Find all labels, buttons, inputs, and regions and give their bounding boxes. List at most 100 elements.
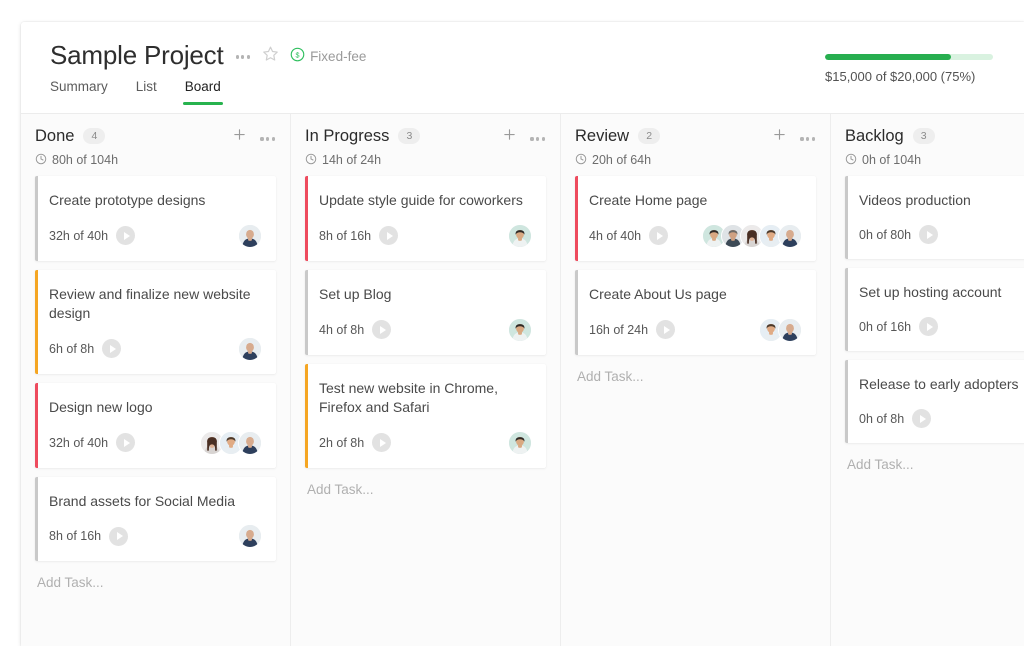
assignee-avatars [508, 431, 532, 455]
avatar[interactable] [778, 318, 802, 342]
play-timer-icon[interactable] [109, 527, 128, 546]
page-title: Sample Project [50, 42, 224, 68]
task-hours: 16h of 24h [589, 320, 675, 339]
avatar[interactable] [508, 431, 532, 455]
column-menu-icon[interactable] [529, 133, 546, 140]
column-hours-label: 20h of 64h [592, 153, 651, 167]
task-hours-label: 6h of 8h [49, 342, 94, 356]
star-icon[interactable] [262, 45, 279, 67]
column-header: In Progress 3 14h of 24h [305, 114, 546, 170]
play-timer-icon[interactable] [102, 339, 121, 358]
play-timer-icon[interactable] [372, 433, 391, 452]
play-timer-icon[interactable] [116, 226, 135, 245]
task-card[interactable]: Set up hosting account0h of 16h [845, 268, 1024, 351]
avatar[interactable] [508, 224, 532, 248]
budget-label: $15,000 of $20,000 (75%) [825, 69, 993, 84]
assignee-avatars [200, 431, 262, 455]
play-timer-icon[interactable] [649, 226, 668, 245]
board-column-backlog: Backlog 3 0h of 104h Videos production0h… [831, 114, 1024, 646]
column-hours: 20h of 64h [575, 153, 816, 168]
avatar[interactable] [238, 431, 262, 455]
task-card[interactable]: Create prototype designs32h of 40h [35, 176, 276, 261]
card-list: Videos production 0h of 80h Set up hosting… [845, 170, 1024, 472]
clock-icon [305, 153, 317, 168]
task-card[interactable]: Test new website in Chrome, Firefox and … [305, 364, 546, 468]
task-hours-label: 0h of 16h [859, 320, 911, 334]
task-footer: 0h of 16h [859, 316, 1024, 338]
tab-board[interactable]: Board [185, 80, 221, 105]
task-title: Set up Blog [319, 285, 532, 304]
task-card[interactable]: Design new logo32h of 40h [35, 383, 276, 468]
add-card-icon[interactable] [232, 127, 247, 147]
column-menu-icon[interactable] [799, 133, 816, 140]
project-window: Sample Project $ Fi [21, 22, 1024, 646]
add-task-button[interactable]: Add Task... [305, 477, 546, 497]
task-card[interactable]: Set up Blog 4h of 8h [305, 270, 546, 355]
column-header: Review 2 20h of 64h [575, 114, 816, 170]
add-task-button[interactable]: Add Task... [575, 364, 816, 384]
play-timer-icon[interactable] [116, 433, 135, 452]
column-count-badge: 4 [83, 128, 105, 144]
task-hours: 4h of 8h [319, 320, 391, 339]
task-hours-label: 16h of 24h [589, 323, 648, 337]
play-timer-icon[interactable] [372, 320, 391, 339]
play-timer-icon[interactable] [912, 409, 931, 428]
svg-text:$: $ [296, 51, 300, 59]
clock-icon [35, 153, 47, 168]
task-footer: 32h of 40h [49, 224, 262, 248]
fee-type-label: Fixed-fee [310, 49, 366, 64]
budget-summary: $15,000 of $20,000 (75%) [825, 54, 993, 84]
avatar[interactable] [238, 224, 262, 248]
card-list: Create Home page4h of 40h Create About U… [575, 170, 816, 384]
play-timer-icon[interactable] [919, 225, 938, 244]
task-card[interactable]: Create Home page4h of 40h [575, 176, 816, 261]
task-title: Update style guide for coworkers [319, 191, 532, 210]
task-card[interactable]: Videos production 0h of 80h [845, 176, 1024, 259]
column-actions [232, 127, 276, 147]
task-card[interactable]: Brand assets for Social Media8h of 16h [35, 477, 276, 562]
app-root: Sample Project $ Fi [0, 0, 1024, 646]
avatar[interactable] [238, 524, 262, 548]
task-hours: 8h of 16h [49, 527, 128, 546]
add-card-icon[interactable] [772, 127, 787, 147]
avatar[interactable] [778, 224, 802, 248]
play-timer-icon[interactable] [656, 320, 675, 339]
task-hours: 0h of 80h [859, 225, 938, 244]
add-task-button[interactable]: Add Task... [845, 452, 1024, 472]
task-hours-label: 0h of 80h [859, 228, 911, 242]
task-hours-label: 8h of 16h [49, 529, 101, 543]
card-list: Create prototype designs32h of 40h Revie… [35, 170, 276, 590]
task-hours-label: 8h of 16h [319, 229, 371, 243]
column-count-badge: 2 [638, 128, 660, 144]
task-title: Videos production [859, 191, 1024, 210]
task-title: Design new logo [49, 398, 262, 417]
add-card-icon[interactable] [502, 127, 517, 147]
ellipsis-icon[interactable] [235, 51, 252, 58]
add-task-button[interactable]: Add Task... [35, 570, 276, 590]
assignee-avatars [759, 318, 802, 342]
avatar[interactable] [238, 337, 262, 361]
tab-list[interactable]: List [136, 80, 157, 105]
play-timer-icon[interactable] [379, 226, 398, 245]
task-title: Release to early adopters [859, 375, 1024, 394]
avatar[interactable] [508, 318, 532, 342]
task-footer: 8h of 16h [319, 224, 532, 248]
task-title: Review and finalize new website design [49, 285, 262, 323]
task-hours-label: 2h of 8h [319, 436, 364, 450]
task-title: Create Home page [589, 191, 802, 210]
column-hours-label: 14h of 24h [322, 153, 381, 167]
dollar-circle-icon: $ [290, 47, 305, 67]
play-timer-icon[interactable] [919, 317, 938, 336]
tab-summary[interactable]: Summary [50, 80, 108, 105]
assignee-avatars [702, 224, 802, 248]
task-card[interactable]: Update style guide for coworkers 8h of 16… [305, 176, 546, 261]
column-hours: 80h of 104h [35, 153, 276, 168]
column-title: Backlog [845, 128, 904, 145]
column-menu-icon[interactable] [259, 133, 276, 140]
task-card[interactable]: Review and finalize new website design 6h… [35, 270, 276, 374]
task-card[interactable]: Release to early adopters0h of 8h [845, 360, 1024, 443]
column-header: Done 4 80h of 104h [35, 114, 276, 170]
task-card[interactable]: Create About Us page16h of 24h [575, 270, 816, 355]
column-actions [502, 127, 546, 147]
board-column-in-progress: In Progress 3 14h of 24h Update style gu… [291, 114, 561, 646]
